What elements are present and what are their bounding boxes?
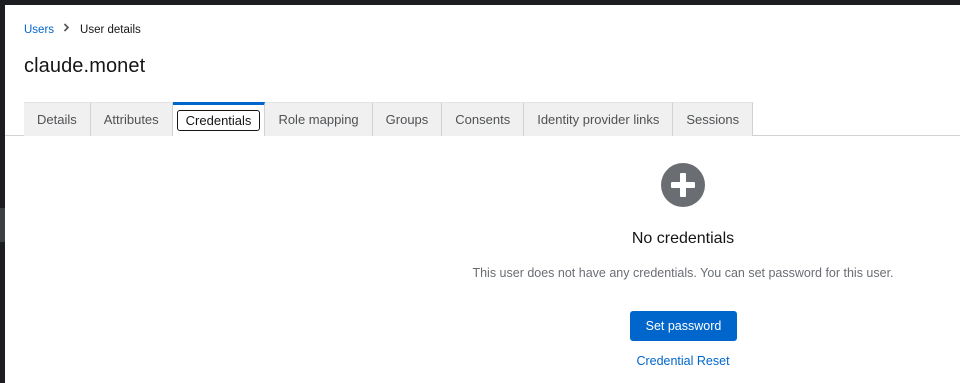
tab-label: Identity provider links — [537, 112, 660, 127]
tab-groups[interactable]: Groups — [372, 102, 443, 136]
empty-state-title: No credentials — [631, 230, 735, 247]
app-frame: Users User details claude.monet Details … — [0, 0, 960, 383]
set-password-button[interactable]: Set password — [630, 311, 737, 341]
breadcrumb: Users User details — [24, 22, 141, 38]
chevron-right-icon — [63, 23, 70, 35]
user-details-page: Users User details claude.monet Details … — [5, 5, 960, 383]
tab-label: Role mapping — [278, 112, 359, 127]
page-title: claude.monet — [24, 55, 146, 77]
tab-label: Groups — [385, 112, 429, 127]
tab-role-mapping[interactable]: Role mapping — [265, 102, 373, 136]
credential-reset-link[interactable]: Credential Reset — [460, 354, 906, 368]
tab-label: Credentials — [176, 110, 261, 131]
breadcrumb-current: User details — [80, 24, 141, 36]
tab-bar: Details Attributes Credentials Role mapp… — [24, 102, 754, 136]
tab-label: Attributes — [103, 112, 159, 127]
tab-sessions[interactable]: Sessions — [673, 102, 754, 136]
tab-label: Sessions — [686, 112, 740, 127]
empty-state-description: This user does not have any credentials.… — [472, 266, 894, 280]
tab-attributes[interactable]: Attributes — [90, 102, 173, 136]
tab-consents[interactable]: Consents — [442, 102, 525, 136]
breadcrumb-users-link[interactable]: Users — [24, 24, 54, 36]
plus-circle-icon — [661, 163, 705, 207]
tab-label: Details — [37, 112, 77, 127]
tab-credentials[interactable]: Credentials — [172, 102, 266, 136]
tab-identity-provider-links[interactable]: Identity provider links — [524, 102, 674, 136]
tab-label: Consents — [455, 112, 511, 127]
tab-details[interactable]: Details — [24, 102, 91, 136]
